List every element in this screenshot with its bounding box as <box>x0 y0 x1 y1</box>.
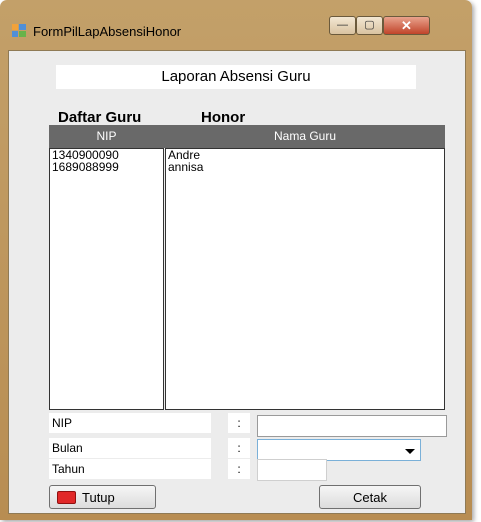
title-bar[interactable]: FormPilLapAbsensiHonor — ▢ ✕ <box>0 0 472 50</box>
nip-colon: : <box>228 413 250 433</box>
stop-icon <box>57 491 76 504</box>
column-header-nama-guru[interactable]: Nama Guru <box>165 125 445 148</box>
honor-label: Honor <box>201 109 246 126</box>
report-title: Laporan Absensi Guru <box>56 65 416 89</box>
guru-grid[interactable]: NIP Nama Guru 1340900090 1689088999 Andr… <box>49 125 445 410</box>
bulan-label: Bulan <box>49 438 211 458</box>
form-client-area: Laporan Absensi Guru Daftar Guru Honor N… <box>8 50 466 514</box>
form-icon <box>12 24 26 37</box>
chevron-down-icon[interactable] <box>405 449 415 454</box>
close-button[interactable]: ✕ <box>383 16 430 35</box>
bulan-colon: : <box>228 438 250 458</box>
table-row-nama[interactable]: Andre <box>166 149 444 161</box>
tutup-label: Tutup <box>82 490 115 505</box>
column-header-nip[interactable]: NIP <box>49 125 164 148</box>
nama-guru-listbox[interactable]: Andre annisa <box>165 148 445 410</box>
grid-header: NIP Nama Guru <box>49 125 445 148</box>
window-title: FormPilLapAbsensiHonor <box>33 24 182 39</box>
nip-listbox[interactable]: 1340900090 1689088999 <box>49 148 164 410</box>
tahun-field[interactable] <box>257 459 327 481</box>
daftar-guru-label: Daftar Guru <box>58 109 142 126</box>
cetak-button[interactable]: Cetak <box>319 485 421 509</box>
tahun-label: Tahun <box>49 459 211 479</box>
nip-field[interactable] <box>257 415 447 437</box>
window-frame: FormPilLapAbsensiHonor — ▢ ✕ Laporan Abs… <box>0 0 472 520</box>
nip-label: NIP <box>49 413 211 433</box>
minimize-button[interactable]: — <box>329 16 356 35</box>
table-row-nip[interactable]: 1689088999 <box>50 161 163 173</box>
tutup-button[interactable]: Tutup <box>49 485 156 509</box>
tahun-colon: : <box>228 459 250 479</box>
maximize-button[interactable]: ▢ <box>356 16 383 35</box>
bulan-dropdown[interactable] <box>257 439 421 461</box>
table-row-nama[interactable]: annisa <box>166 161 444 173</box>
